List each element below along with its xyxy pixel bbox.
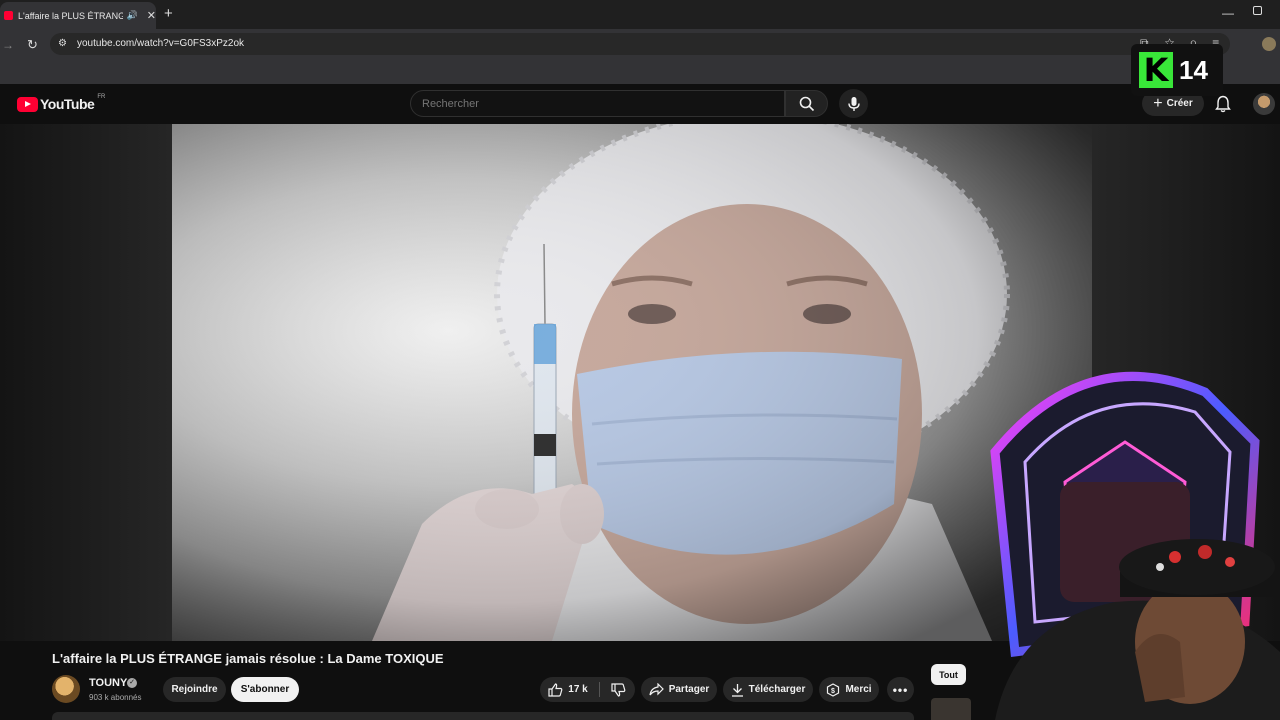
forward-arrow-icon[interactable]: → xyxy=(2,38,14,52)
create-label: Créer xyxy=(1166,98,1193,109)
thumbs-up-icon xyxy=(548,682,563,697)
badge-number: 14 xyxy=(1179,54,1208,85)
search-icon xyxy=(799,96,814,111)
like-button[interactable]: 17 k xyxy=(540,677,596,702)
download-label: Télécharger xyxy=(748,684,806,695)
like-divider xyxy=(599,682,600,697)
browser-nav-bar: → ↻ ⚙ youtube.com/watch?v=G0FS3xPz2ok ⧉☆… xyxy=(0,29,1280,84)
thanks-label: Merci xyxy=(845,684,872,695)
svg-text:$: $ xyxy=(831,688,835,695)
description-box[interactable] xyxy=(52,712,914,720)
share-label: Partager xyxy=(668,684,710,695)
browser-tab[interactable]: L'affaire la PLUS ÉTRANGE jamais résolue… xyxy=(0,2,156,29)
join-button[interactable]: Rejoindre xyxy=(163,677,226,702)
user-avatar[interactable] xyxy=(1253,93,1275,115)
download-icon xyxy=(731,683,743,697)
youtube-favicon-icon xyxy=(4,11,13,20)
reload-icon[interactable]: ↻ xyxy=(27,37,38,53)
tab-title: L'affaire la PLUS ÉTRANGE jamais résolue… xyxy=(17,10,123,21)
plus-icon: + xyxy=(1153,94,1163,112)
minimize-icon[interactable]: — xyxy=(1222,6,1234,20)
close-tab-icon[interactable]: ✕ xyxy=(147,9,156,22)
k-logo-icon: K xyxy=(1139,51,1173,89)
subscribe-button[interactable]: S'abonner xyxy=(231,677,299,702)
youtube-wordmark: YouTube xyxy=(40,96,95,112)
thanks-button[interactable]: $ Merci xyxy=(819,677,879,702)
video-title: L'affaire la PLUS ÉTRANGE jamais résolue… xyxy=(52,651,444,666)
youtube-logo[interactable]: YouTube FR xyxy=(17,94,106,112)
like-dislike-group: 17 k xyxy=(540,677,635,702)
youtube-play-icon xyxy=(17,96,38,112)
k14-overlay-badge: K 14 xyxy=(1131,44,1223,96)
search-button[interactable] xyxy=(785,90,828,117)
voice-search-button[interactable] xyxy=(839,89,868,118)
streamer-webcam-overlay xyxy=(990,371,1280,720)
dislike-button[interactable] xyxy=(603,677,633,702)
super-thanks-icon: $ xyxy=(827,682,840,697)
video-letterbox-left xyxy=(0,124,172,641)
share-icon xyxy=(649,683,664,696)
notifications-bell-icon[interactable] xyxy=(1215,95,1231,113)
maximize-icon[interactable] xyxy=(1253,6,1262,15)
verified-check-icon: ✓ xyxy=(127,678,137,688)
channel-name[interactable]: TOUNY xyxy=(89,677,127,689)
search-input[interactable] xyxy=(411,91,784,116)
url-text: youtube.com/watch?v=G0FS3xPz2ok xyxy=(77,38,245,49)
more-actions-button[interactable]: ••• xyxy=(887,677,914,702)
subscribe-label: S'abonner xyxy=(240,684,290,695)
join-label: Rejoindre xyxy=(171,684,218,695)
channel-avatar[interactable] xyxy=(52,675,80,703)
download-button[interactable]: Télécharger xyxy=(723,677,813,702)
country-code: FR xyxy=(97,94,106,100)
microphone-icon xyxy=(847,96,860,111)
recommended-video-thumbnail[interactable] xyxy=(931,698,971,720)
youtube-header: YouTube FR + Créer xyxy=(0,84,1280,124)
search-box xyxy=(410,90,785,117)
share-button[interactable]: Partager xyxy=(641,677,717,702)
subscriber-count: 903 k abonnés xyxy=(89,693,142,702)
like-count: 17 k xyxy=(568,684,588,695)
thumbs-down-icon xyxy=(610,682,625,697)
browser-tab-bar: L'affaire la PLUS ÉTRANGE jamais résolue… xyxy=(0,0,1280,29)
browser-profile-avatar[interactable] xyxy=(1262,37,1276,51)
more-horizontal-icon: ••• xyxy=(892,682,909,697)
filter-chip-all[interactable]: Tout xyxy=(931,664,966,685)
video-frame[interactable] xyxy=(172,124,1092,641)
video-scene-illustration xyxy=(172,124,1092,641)
address-bar[interactable]: ⚙ youtube.com/watch?v=G0FS3xPz2ok xyxy=(50,33,1230,55)
site-info-icon[interactable]: ⚙ xyxy=(58,38,67,49)
speaker-icon[interactable]: 🔊 xyxy=(127,10,138,21)
new-tab-icon[interactable]: + xyxy=(164,5,173,22)
